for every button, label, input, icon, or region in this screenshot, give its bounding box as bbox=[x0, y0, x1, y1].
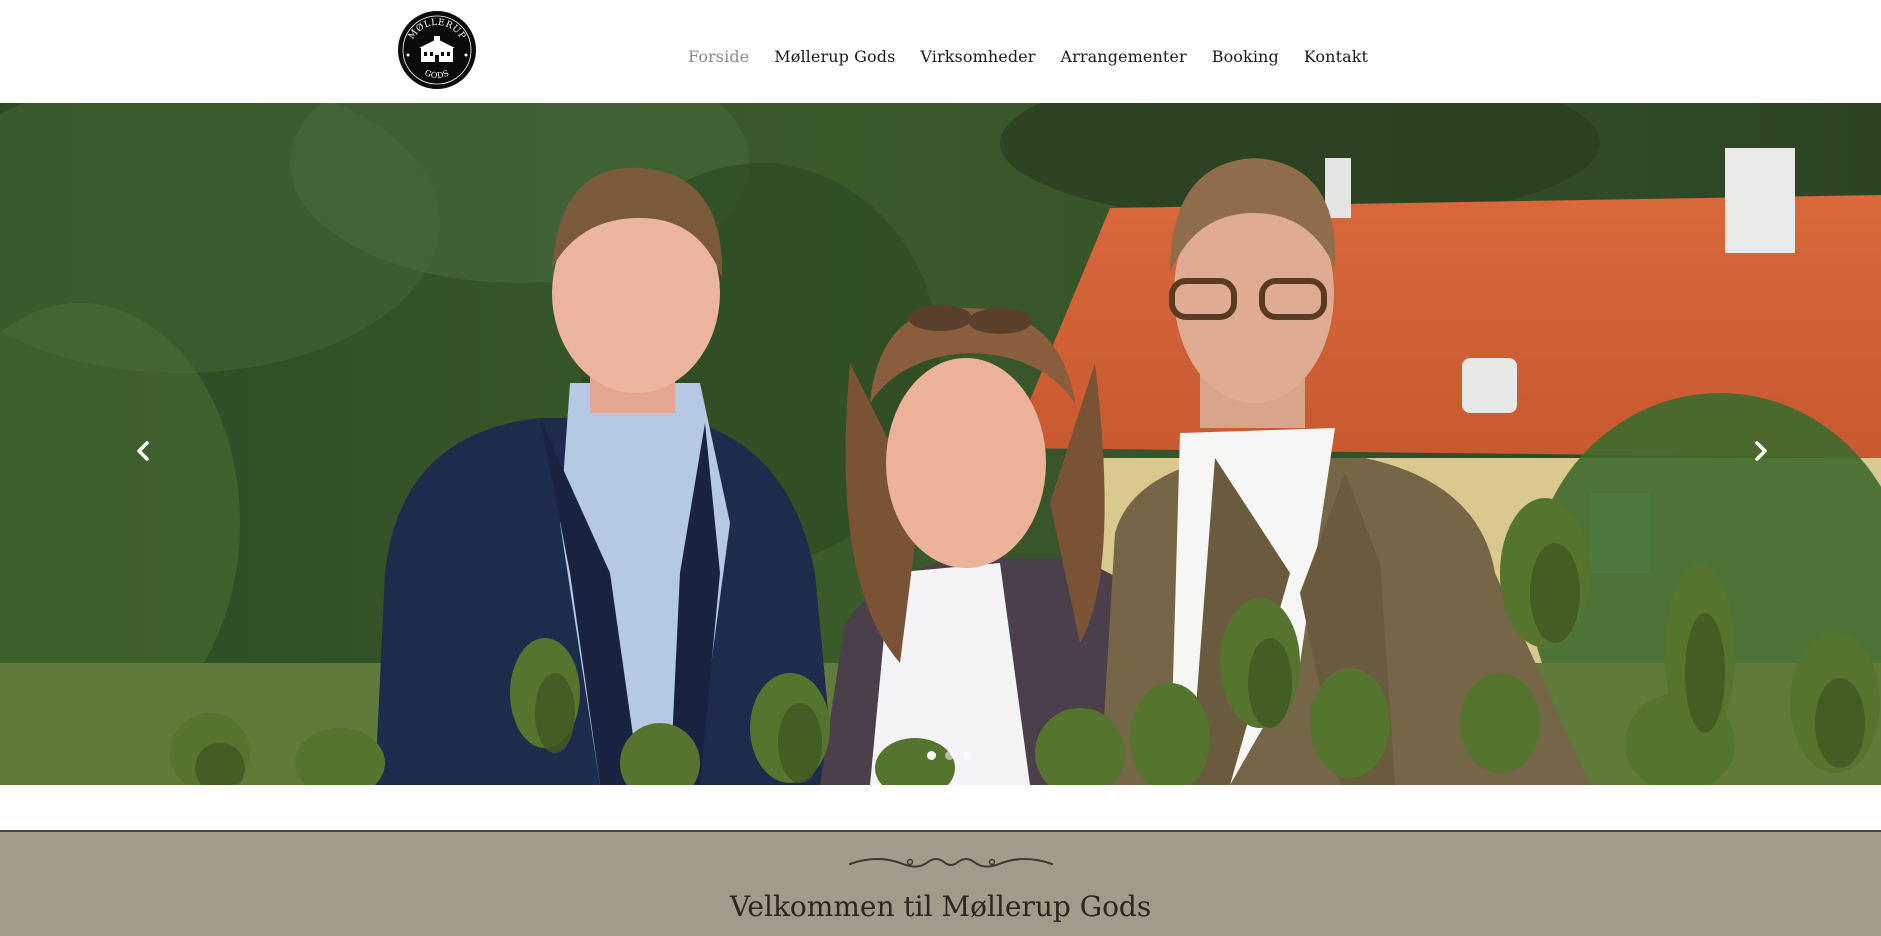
nav-item-arrangementer[interactable]: Arrangementer bbox=[1061, 47, 1187, 66]
nav-item-booking[interactable]: Booking bbox=[1212, 47, 1279, 66]
chevron-left-icon bbox=[137, 441, 149, 461]
hero-slider bbox=[0, 103, 1881, 785]
slider-dot-3[interactable] bbox=[963, 751, 972, 760]
slider-prev-button[interactable] bbox=[125, 433, 161, 469]
ornament-flourish-icon bbox=[849, 858, 1053, 868]
hero-photo bbox=[0, 103, 1881, 785]
site-logo[interactable]: MØLLERUP GODS bbox=[397, 10, 477, 90]
nav-item-kontakt[interactable]: Kontakt bbox=[1304, 47, 1368, 66]
slider-dot-1[interactable] bbox=[927, 751, 936, 760]
welcome-title: Velkommen til Møllerup Gods bbox=[729, 890, 1152, 923]
slider-next-button[interactable] bbox=[1743, 433, 1779, 469]
nav-item-mollerup-gods[interactable]: Møllerup Gods bbox=[774, 47, 895, 66]
slider-pagination bbox=[927, 751, 972, 760]
main-navigation: Forside Møllerup Gods Virksomheder Arran… bbox=[688, 47, 1368, 66]
estate-seal-icon: MØLLERUP GODS bbox=[398, 11, 476, 89]
nav-item-forside[interactable]: Forside bbox=[688, 47, 749, 66]
welcome-section: Velkommen til Møllerup Gods bbox=[0, 830, 1881, 936]
slider-dot-2[interactable] bbox=[945, 751, 954, 760]
site-header: MØLLERUP GODS Forside Møllerup Gods Virk… bbox=[0, 0, 1881, 103]
chevron-right-icon bbox=[1755, 441, 1767, 461]
nav-item-virksomheder[interactable]: Virksomheder bbox=[920, 47, 1035, 66]
